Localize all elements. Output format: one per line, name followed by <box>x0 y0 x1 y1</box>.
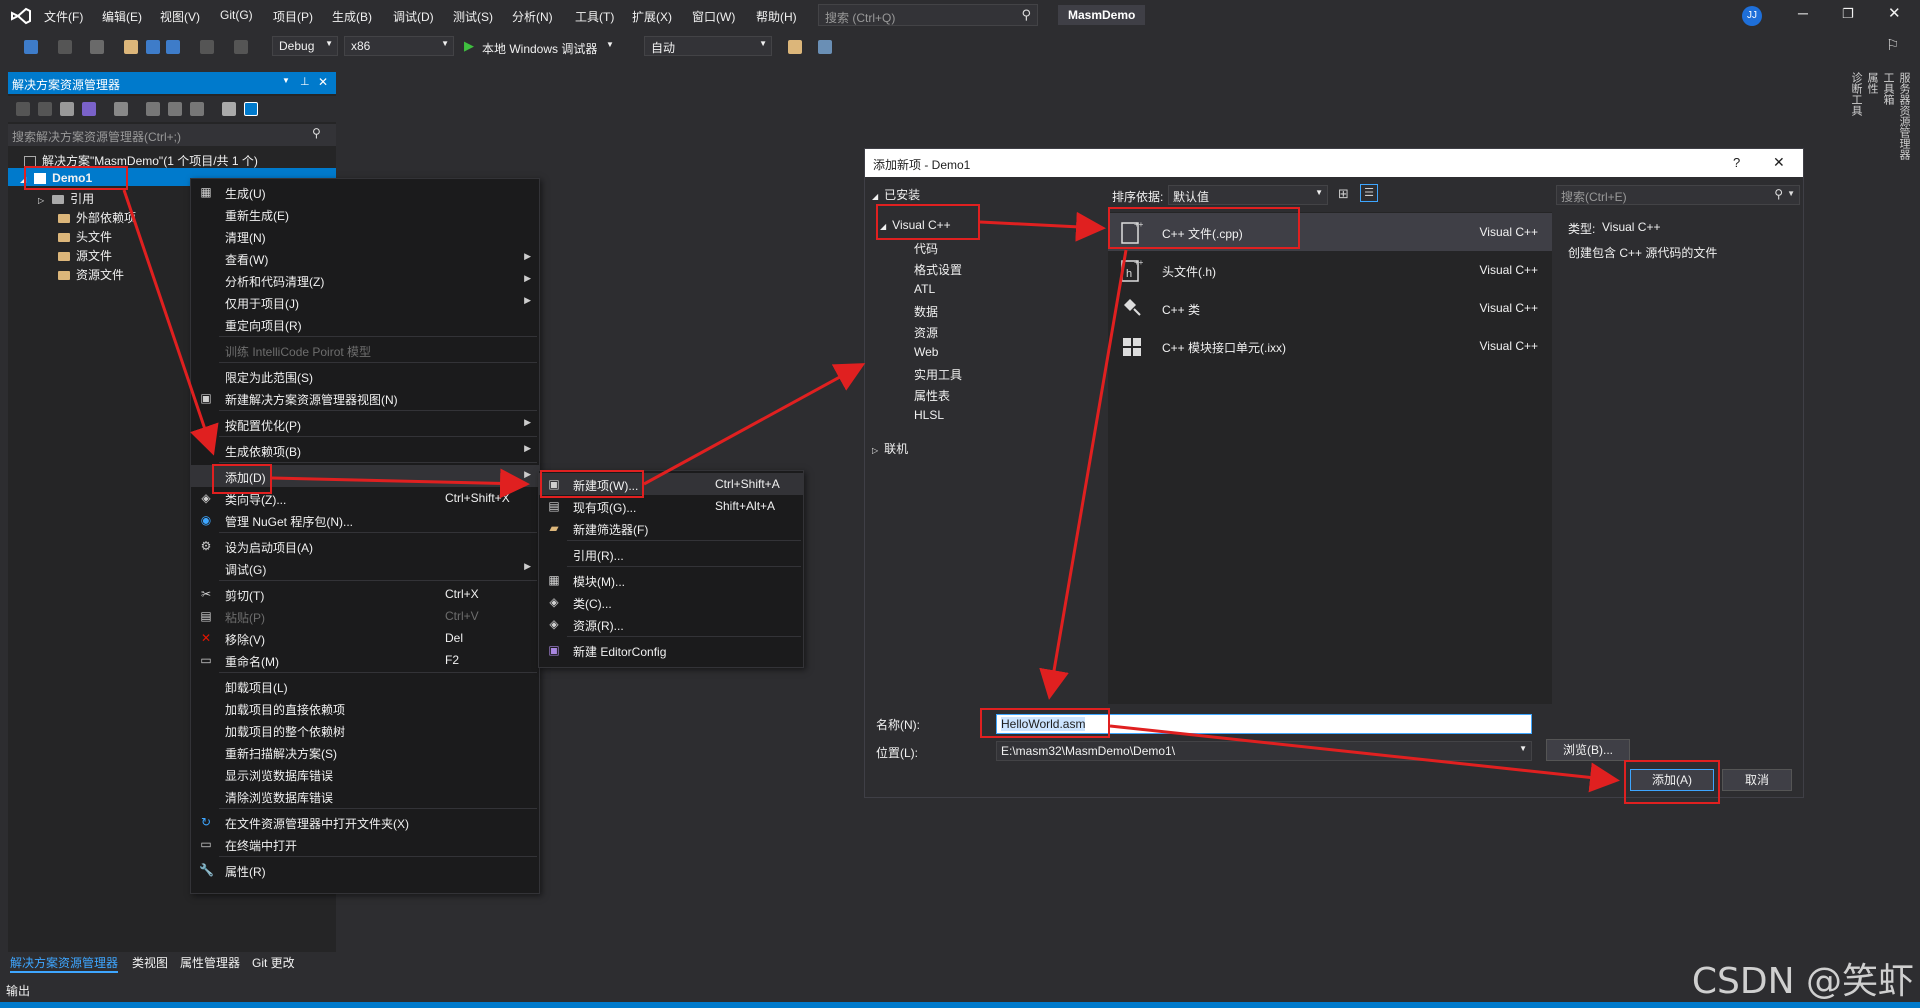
arrow-cpp-to-name <box>1039 249 1128 700</box>
watermark: CSDN @笑虾 <box>1691 961 1914 1002</box>
arrow-name-to-add <box>1109 724 1620 793</box>
arrow-category-to-cpp <box>979 211 1106 242</box>
arrow-add-to-new-item <box>271 468 530 499</box>
arrow-new-item-to-dialog <box>643 363 866 486</box>
annotation-arrows <box>122 189 1620 793</box>
arrow-project-to-add <box>122 189 219 456</box>
